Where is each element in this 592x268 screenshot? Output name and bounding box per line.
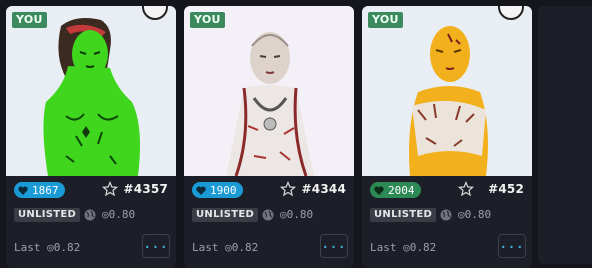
card-footer-row: Last ◎0.82 ... <box>370 234 526 262</box>
token-id: #4344 <box>301 182 346 196</box>
likes-count: 2004 <box>388 183 415 197</box>
card-stats-row: 1867 #4357 <box>14 181 170 200</box>
card-stats-row: 2004 #452 <box>370 181 526 200</box>
more-options-button[interactable]: ... <box>320 234 348 258</box>
likes-count: 1900 <box>210 183 237 197</box>
heart-icon <box>18 186 28 195</box>
card-listing-row: UNLISTED ◎0.80 <box>14 208 170 224</box>
nft-image[interactable]: YOU <box>6 6 176 176</box>
card-footer-row: Last ◎0.82 ... <box>14 234 170 262</box>
status-badge: UNLISTED <box>192 208 259 222</box>
pale-character-art <box>184 6 354 176</box>
you-badge: YOU <box>190 12 225 28</box>
likes-pill[interactable]: 2004 <box>370 182 421 198</box>
last-sale: Last ◎0.82 <box>192 241 259 254</box>
more-options-button[interactable]: ... <box>142 234 170 258</box>
last-sale: Last ◎0.82 <box>370 241 437 254</box>
nft-card-partial[interactable] <box>538 6 592 264</box>
star-icon[interactable] <box>280 181 296 197</box>
star-icon[interactable] <box>102 181 118 197</box>
card-listing-row: UNLISTED ◎0.80 <box>192 208 348 224</box>
status-badge: UNLISTED <box>370 208 437 222</box>
globe-icon <box>262 209 274 221</box>
card-listing-row: UNLISTED ◎0.80 <box>370 208 526 224</box>
gold-character-art <box>362 6 532 176</box>
green-character-art <box>6 6 176 176</box>
status-badge: UNLISTED <box>14 208 81 222</box>
nft-card[interactable]: YOU 1900 #4344 UNLISTED ◎0.80 Last ◎0.82… <box>184 6 354 268</box>
card-footer-row: Last ◎0.82 ... <box>192 234 348 262</box>
nft-image[interactable]: YOU <box>362 6 532 176</box>
you-badge: YOU <box>368 12 403 28</box>
token-id: #452 <box>488 182 524 196</box>
last-sale: Last ◎0.82 <box>14 241 81 254</box>
star-icon[interactable] <box>458 181 474 197</box>
more-options-button[interactable]: ... <box>498 234 526 258</box>
price: ◎0.80 <box>102 208 136 221</box>
likes-pill[interactable]: 1867 <box>14 182 65 198</box>
nft-card[interactable]: YOU 1867 #4357 UNLISTED ◎0.80 Last ◎0.82… <box>6 6 176 268</box>
token-id: #4357 <box>123 182 168 196</box>
likes-pill[interactable]: 1900 <box>192 182 243 198</box>
price: ◎0.80 <box>280 208 314 221</box>
likes-count: 1867 <box>32 183 59 197</box>
nft-card[interactable]: YOU 2004 #452 UNLISTED ◎0.80 Last ◎0.82 … <box>362 6 532 268</box>
globe-icon <box>440 209 452 221</box>
nft-image[interactable]: YOU <box>184 6 354 176</box>
heart-icon <box>374 186 384 195</box>
nft-grid: YOU 1867 #4357 UNLISTED ◎0.80 Last ◎0.82… <box>0 0 592 268</box>
you-badge: YOU <box>12 12 47 28</box>
card-stats-row: 1900 #4344 <box>192 181 348 200</box>
price: ◎0.80 <box>458 208 492 221</box>
heart-icon <box>196 186 206 195</box>
globe-icon <box>84 209 96 221</box>
